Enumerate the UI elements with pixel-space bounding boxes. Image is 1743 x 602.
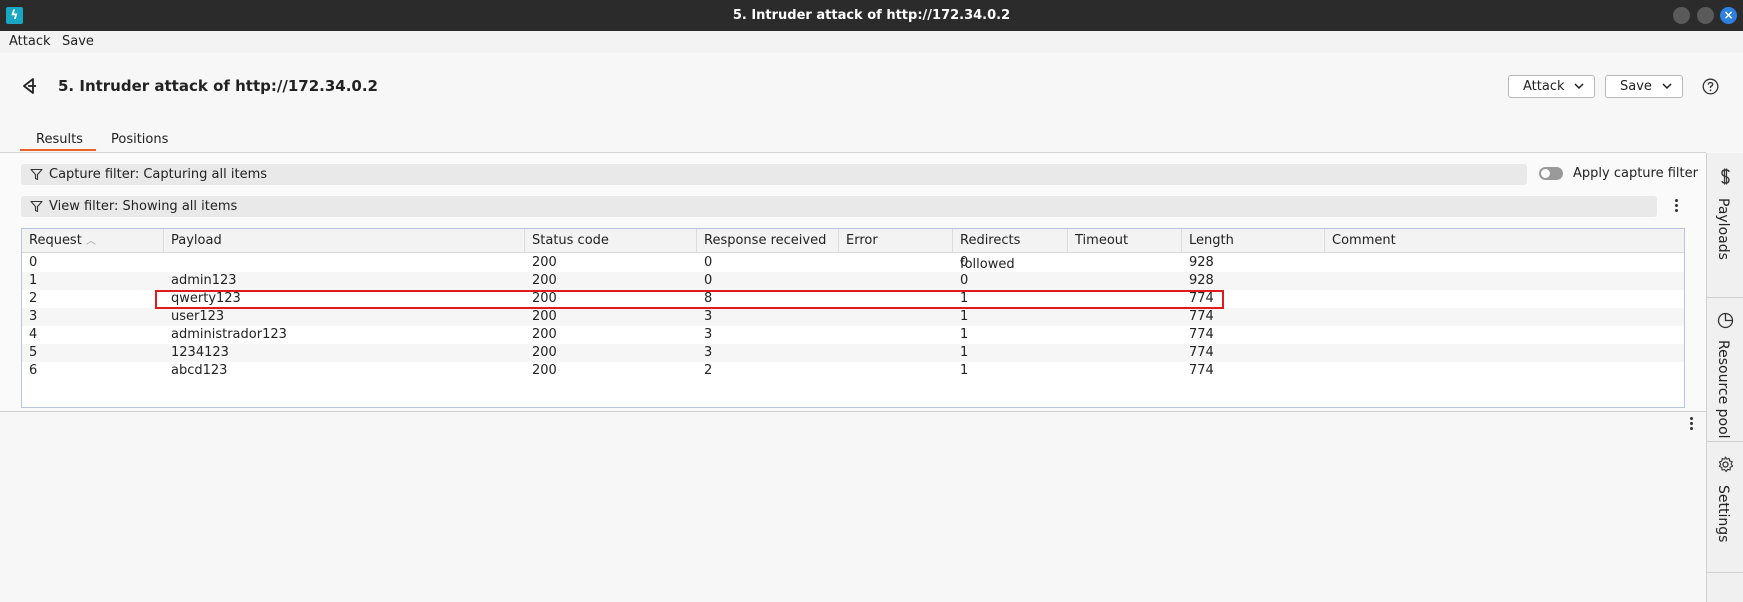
table-header: Request ︿ Payload Status code Response r… xyxy=(22,229,1684,272)
sidebar-label-settings: Settings xyxy=(1715,485,1731,543)
window-title: 5. Intruder attack of http://172.34.0.2 xyxy=(732,8,1011,23)
column-header-timeout[interactable]: Timeout xyxy=(1068,229,1182,253)
gear-icon xyxy=(1718,456,1734,473)
page-title: 5. Intruder attack of http://172.34.0.2 xyxy=(58,77,378,95)
column-header-payload[interactable]: Payload xyxy=(164,229,525,253)
column-header-comment[interactable]: Comment xyxy=(1325,229,1684,253)
chevron-down-icon xyxy=(1662,83,1672,90)
close-button[interactable]: × xyxy=(1720,7,1737,24)
help-icon[interactable] xyxy=(1702,78,1719,95)
sidebar-divider xyxy=(1707,572,1743,573)
sort-ascending-icon: ︿ xyxy=(85,236,96,247)
save-button-label: Save xyxy=(1620,79,1652,94)
back-arrow-icon[interactable] xyxy=(20,76,40,96)
attack-button-label: Attack xyxy=(1523,79,1565,94)
table-row[interactable]: 4 administrador123 200 3 1 774 xyxy=(22,326,1684,344)
column-header-status-code[interactable]: Status code xyxy=(525,229,697,253)
chevron-down-icon xyxy=(1574,83,1584,90)
minimize-button[interactable] xyxy=(1673,7,1690,24)
right-sidebar: Payloads Resource pool Settings xyxy=(1706,153,1743,602)
capture-filter-bar[interactable]: Capture filter: Capturing all items xyxy=(21,164,1527,185)
menu-attack[interactable]: Attack xyxy=(9,34,51,49)
more-options-icon[interactable] xyxy=(1688,417,1694,433)
column-header-response-received[interactable]: Response received xyxy=(697,229,839,253)
column-header-length[interactable]: Length xyxy=(1182,229,1325,253)
sidebar-item-resource-pool[interactable]: Resource pool xyxy=(1707,298,1743,441)
apply-capture-filter-toggle[interactable] xyxy=(1539,167,1563,180)
view-filter-label: View filter: Showing all items xyxy=(49,199,238,214)
filter-icon xyxy=(30,200,43,213)
table-row[interactable]: 3 user123 200 3 1 774 xyxy=(22,308,1684,326)
table-row[interactable]: 0 200 0 0 928 xyxy=(22,254,1684,272)
filter-icon xyxy=(30,168,43,181)
results-table: Request ︿ Payload Status code Response r… xyxy=(21,228,1685,408)
menu-save[interactable]: Save xyxy=(62,34,94,49)
request-detail-panel xyxy=(0,412,1706,602)
capture-filter-label: Capture filter: Capturing all items xyxy=(49,167,268,182)
column-header-error[interactable]: Error xyxy=(839,229,953,253)
save-dropdown-button[interactable]: Save xyxy=(1605,75,1683,98)
pie-chart-icon xyxy=(1717,312,1734,329)
sidebar-label-resource-pool: Resource pool xyxy=(1715,340,1731,439)
maximize-button[interactable] xyxy=(1697,7,1714,24)
sidebar-item-payloads[interactable]: Payloads xyxy=(1707,153,1743,297)
more-options-icon[interactable] xyxy=(1673,199,1679,215)
window-titlebar: ϟ 5. Intruder attack of http://172.34.0.… xyxy=(0,0,1743,31)
menu-bar: Attack Save xyxy=(0,31,1743,53)
table-row[interactable]: 6 abcd123 200 2 1 774 xyxy=(22,362,1684,380)
column-header-request[interactable]: Request ︿ xyxy=(22,229,164,253)
sidebar-item-settings[interactable]: Settings xyxy=(1707,442,1743,572)
attack-dropdown-button[interactable]: Attack xyxy=(1508,75,1595,98)
sidebar-label-payloads: Payloads xyxy=(1715,198,1731,260)
tab-positions[interactable]: Positions xyxy=(111,132,168,147)
highlight-annotation xyxy=(155,290,1224,309)
table-row[interactable]: 5 1234123 200 3 1 774 xyxy=(22,344,1684,362)
table-row[interactable]: 1 admin123 200 0 0 928 xyxy=(22,272,1684,290)
active-tab-indicator xyxy=(20,149,96,151)
column-header-redirects-followed[interactable]: Redirects followed xyxy=(953,229,1068,272)
dollar-icon xyxy=(1721,168,1730,185)
tab-results[interactable]: Results xyxy=(36,132,83,147)
apply-capture-filter-label: Apply capture filter xyxy=(1573,166,1698,181)
view-filter-bar[interactable]: View filter: Showing all items xyxy=(21,196,1657,217)
